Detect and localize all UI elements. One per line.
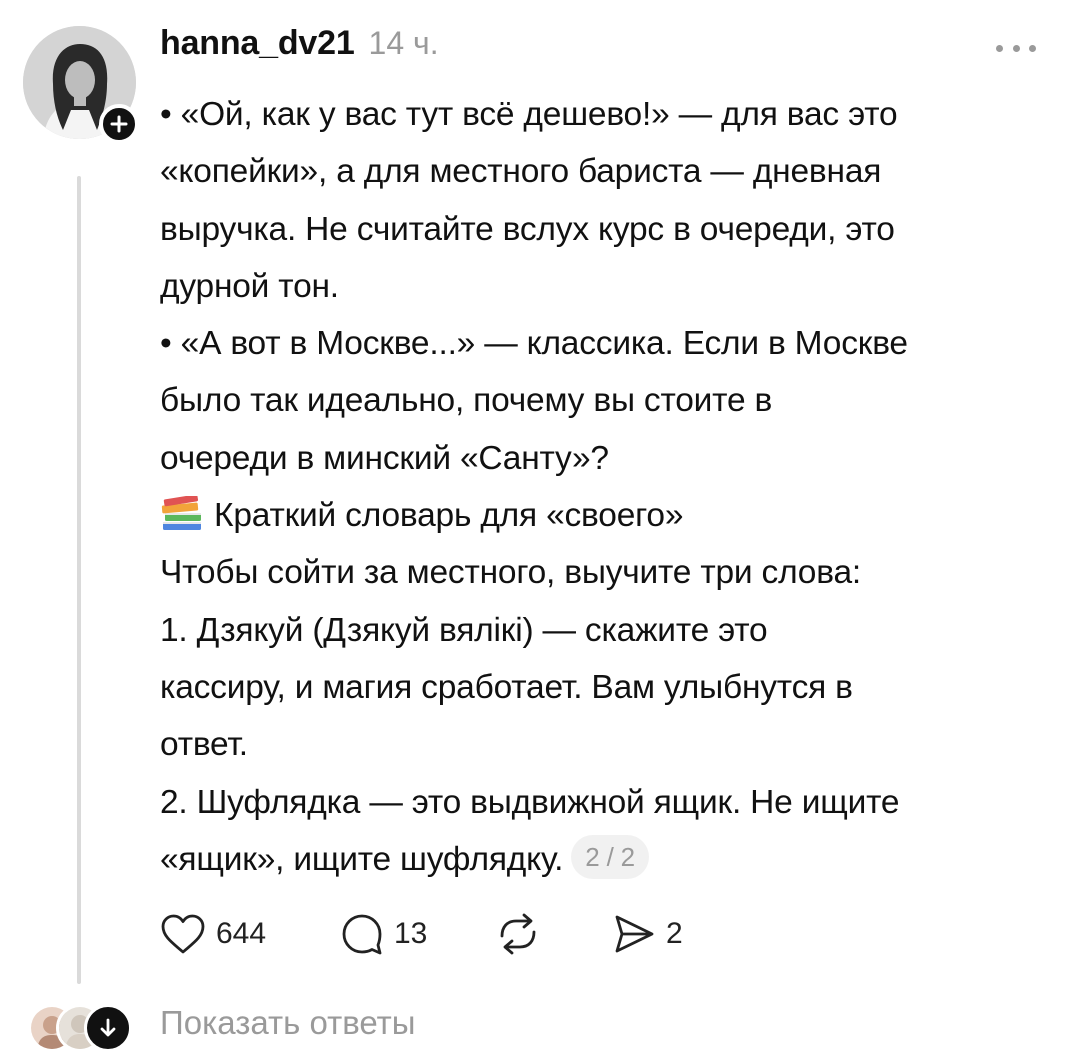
- follow-button[interactable]: [99, 104, 139, 144]
- repost-icon: [500, 913, 536, 955]
- post-text: • «Ой, как у вас тут всё дешево!» — для …: [160, 86, 1050, 888]
- post-header: hanna_dv21 14 ч.: [160, 24, 439, 74]
- text-line: «копейки», а для местного бариста — днев…: [160, 153, 882, 191]
- text-line: очереди в минский «Санту»?: [160, 439, 609, 477]
- text-line: • «Ой, как у вас тут всё дешево!» — для …: [160, 96, 898, 133]
- text-line: кассиру, и магия сработает. Вам улыбнутс…: [160, 668, 853, 706]
- text-line: 1. Дзякуй (Дзякуй вялікі) — скажите это: [160, 611, 768, 649]
- text-line: выручка. Не считайте вслух курс в очеред…: [160, 210, 895, 248]
- heart-icon: [161, 914, 205, 954]
- more-options-button[interactable]: [996, 42, 1036, 54]
- text-line: • «А вот в Москве...» — классика. Если в…: [160, 325, 908, 363]
- text-line: дурной тон.: [160, 267, 339, 305]
- username[interactable]: hanna_dv21: [160, 24, 355, 63]
- text-line: 2. Шуфлядка — это выдвижной ящик. Не ищи…: [160, 783, 900, 821]
- like-button[interactable]: 644: [160, 904, 266, 964]
- text-line: Чтобы сойти за местного, выучите три сло…: [160, 554, 862, 592]
- send-icon: [615, 915, 654, 953]
- books-emoji-icon: [161, 496, 201, 531]
- text-line: ответ.: [160, 726, 248, 764]
- comment-icon: [342, 914, 382, 955]
- heading-text: Краткий словарь для «своего»: [214, 497, 684, 535]
- text-line-heading: Краткий словарь для «своего»: [160, 487, 1050, 544]
- share-count: 2: [666, 917, 683, 950]
- thread-line: [77, 176, 81, 984]
- text-line-last: «ящик», ищите шуфлядку. 2 / 2: [160, 831, 1050, 888]
- like-count: 644: [216, 917, 267, 950]
- share-button[interactable]: 2: [612, 904, 683, 964]
- text-line: «ящик», ищите шуфлядку.: [160, 840, 564, 878]
- text-line: было так идеально, почему вы стоите в: [160, 382, 773, 420]
- more-dots-icon: [996, 44, 1003, 52]
- post-time: 14 ч.: [368, 25, 439, 61]
- comment-count: 13: [394, 917, 428, 950]
- show-replies-row[interactable]: Показать ответы: [28, 996, 415, 1056]
- arrow-down-icon: [84, 1004, 132, 1052]
- reply-avatars: [28, 996, 140, 1056]
- show-replies-link[interactable]: Показать ответы: [160, 1004, 415, 1042]
- page-indicator: 2 / 2: [571, 834, 649, 879]
- repost-button[interactable]: [494, 904, 552, 964]
- plus-icon: [110, 115, 128, 133]
- comment-button[interactable]: 13: [340, 904, 427, 964]
